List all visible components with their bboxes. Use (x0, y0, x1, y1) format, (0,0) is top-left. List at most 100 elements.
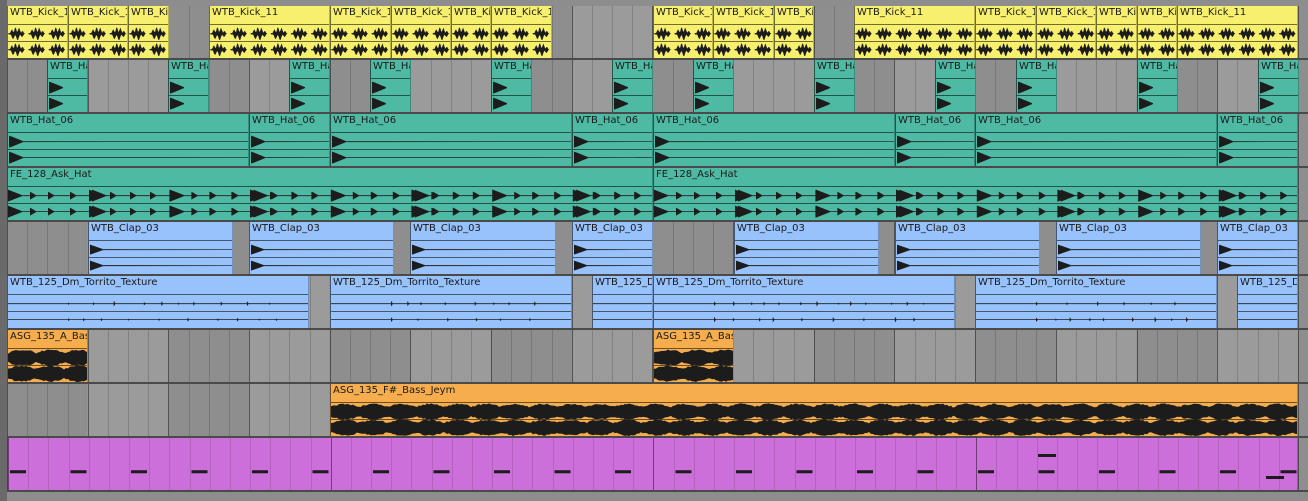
grid-line (753, 330, 754, 382)
clip[interactable]: WTB_Kick_11 (1177, 6, 1298, 58)
clip[interactable]: WTB_Hat_06 (693, 60, 734, 112)
clip[interactable]: ASG_135_A_Bass (7, 330, 88, 382)
clip[interactable]: WTB_Hat_06 (330, 114, 572, 166)
grid-line (189, 384, 190, 436)
grid-line (1057, 438, 1058, 490)
clip[interactable]: WTB_Kick_11 (653, 6, 713, 58)
clip[interactable]: FE_128_Ask_Hat (653, 168, 1298, 220)
clip-waveform (372, 81, 386, 110)
clip[interactable]: WTB_Hat_06 (612, 60, 653, 112)
clip-name: WTB_Kick_11 (212, 7, 279, 18)
grid-line (351, 438, 352, 490)
grid-line (390, 330, 391, 382)
clip[interactable]: WTB_Clap_03 (1217, 222, 1298, 274)
track-lane[interactable]: FE_128_Ask_Hat FE_128_Ask_Hat (7, 168, 1308, 220)
clip-name: WTB_Clap_03 (575, 223, 643, 234)
track-lane[interactable]: ASG_135_A_Bass ASG_135_A_Bass (7, 330, 1308, 382)
clip[interactable]: WTB_Kick_11 (491, 6, 552, 58)
clip-name: WTB_Hat_06 (1220, 115, 1284, 126)
clip[interactable]: WTB_Hat_06 (1217, 114, 1298, 166)
clip[interactable]: WTB_Kick_11 (1137, 6, 1177, 58)
clip[interactable]: WTB_Hat_06 (572, 114, 653, 166)
clip-name: WTB_125_Dm_Torrito_Texture (333, 277, 481, 288)
grid-line (7, 60, 8, 112)
clip[interactable]: WTB_125_Dm_Torrito_Texture (1237, 276, 1298, 328)
track-lane[interactable]: WTB_Kick_11WTB_Kick_11WTB_Kick_11WTB_Kic… (7, 6, 1308, 58)
track-lane[interactable]: WTB_Clap_03 WTB_Clap_03 WTB_Clap_03 WTB_Cla… (7, 222, 1308, 274)
clip[interactable]: WTB_Kick_11 (1096, 6, 1137, 58)
clip[interactable]: WTB_Kick_11 (209, 6, 330, 58)
grid-line (1037, 438, 1038, 490)
grid-line (1177, 330, 1178, 382)
clip[interactable]: WTB_Kick_11 (975, 6, 1036, 58)
clip[interactable]: WTB_Hat_06 (249, 114, 330, 166)
track-lane[interactable]: WTB_Hat_06 WTB_Hat_06 WTB_Hat_06 WTB_Hat_06… (7, 114, 1308, 166)
clip[interactable]: WTB_Hat_06 (1016, 60, 1057, 112)
grid-line (8, 438, 9, 490)
clip[interactable]: WTB_Kick_11 (330, 6, 391, 58)
clip[interactable]: WTB_Hat_06 (168, 60, 209, 112)
clip[interactable]: WTB_Kick_11 (7, 6, 68, 58)
clip-name: ASG_135_A_Bass (656, 331, 734, 342)
clip[interactable]: WTB_Kick_11 (774, 6, 814, 58)
grid-line (1258, 330, 1259, 382)
clip[interactable]: WTB_Clap_03 (734, 222, 879, 274)
clip-waveform (1260, 81, 1274, 110)
arrangement-view[interactable]: WTB_Kick_11WTB_Kick_11WTB_Kick_11WTB_Kic… (0, 0, 1308, 501)
clip[interactable]: WTB_Hat_06 (653, 114, 895, 166)
clip-name: WTB_Kick_11 (10, 7, 67, 18)
clip[interactable]: WTB_125_Dm_Torrito_Texture (7, 276, 309, 328)
clip[interactable]: WTB_Hat_06 (1137, 60, 1178, 112)
grid-line (1237, 330, 1238, 382)
clip[interactable]: WTB_Clap_03 (572, 222, 653, 274)
grid-line (874, 330, 875, 382)
clip[interactable]: WTB_Kick_11 (451, 6, 491, 58)
clip[interactable]: ASG_135_F#_Bass_Jeym (330, 384, 1298, 436)
clip[interactable]: WTB_125_Dm_Torrito_Texture (975, 276, 1217, 328)
clip[interactable]: WTB_Clap_03 (249, 222, 394, 274)
clip[interactable]: WTB_Hat_06 (47, 60, 88, 112)
clip[interactable]: WTB_Hat_06 (935, 60, 976, 112)
track-lane[interactable] (7, 438, 1308, 490)
clip-waveform (8, 349, 87, 382)
clip-waveform (452, 27, 490, 57)
clip[interactable]: WTB_Clap_03 (88, 222, 233, 274)
clip[interactable]: WTB_Hat_06 (895, 114, 975, 166)
track-lane[interactable]: ASG_135_F#_Bass_Jeym (7, 384, 1308, 436)
clip[interactable]: WTB_Clap_03 (895, 222, 1040, 274)
clip[interactable]: WTB_Hat_06 (1258, 60, 1299, 112)
clip[interactable]: FE_128_Ask_Hat (7, 168, 653, 220)
grid-line (795, 438, 796, 490)
clip-name: WTB_125_Dm_Torrito_Texture (656, 277, 804, 288)
clip[interactable]: WTB_Kick_11 (391, 6, 451, 58)
grid-line (632, 330, 633, 382)
track-lane[interactable]: WTB_Hat_06 WTB_Hat_06 WTB_Hat_06 WTB_Hat_06… (7, 60, 1308, 112)
grid-line (48, 438, 49, 490)
clip[interactable]: WTB_125_Dm_Torrito_Texture (330, 276, 572, 328)
grid-line (189, 6, 190, 58)
track-header-edge (0, 0, 7, 501)
clip[interactable]: WTB_Kick_11 (1036, 6, 1096, 58)
clip[interactable]: WTB_Hat_06 (491, 60, 532, 112)
clip[interactable]: WTB_Kick_11 (68, 6, 128, 58)
clip[interactable]: WTB_Hat_06 (7, 114, 249, 166)
track-lane[interactable]: WTB_125_Dm_Torrito_Texture WTB_125_Dm_Tor… (7, 276, 1308, 328)
clip[interactable]: WTB_Kick_11 (713, 6, 774, 58)
clip[interactable]: WTB_Hat_06 (975, 114, 1217, 166)
clip[interactable]: WTB_Hat_06 (370, 60, 411, 112)
clip[interactable]: WTB_Clap_03 (410, 222, 556, 274)
grid-line (249, 384, 250, 436)
clip[interactable]: WTB_Hat_06 (289, 60, 330, 112)
clip-waveform (392, 27, 450, 57)
clip[interactable]: ASG_135_A_Bass (653, 330, 734, 382)
clip[interactable]: WTB_Clap_03 (1056, 222, 1201, 274)
clip[interactable]: WTB_Kick_11 (128, 6, 169, 58)
clip[interactable]: WTB_125_Dm_Torrito_Texture (592, 276, 653, 328)
clip[interactable]: WTB_Kick_11 (854, 6, 975, 58)
grid-line (471, 60, 472, 112)
clip[interactable] (7, 438, 1298, 490)
grid-line (108, 384, 109, 436)
grid-line (815, 438, 816, 490)
clip[interactable]: WTB_125_Dm_Torrito_Texture (653, 276, 955, 328)
clip[interactable]: WTB_Hat_06 (814, 60, 855, 112)
